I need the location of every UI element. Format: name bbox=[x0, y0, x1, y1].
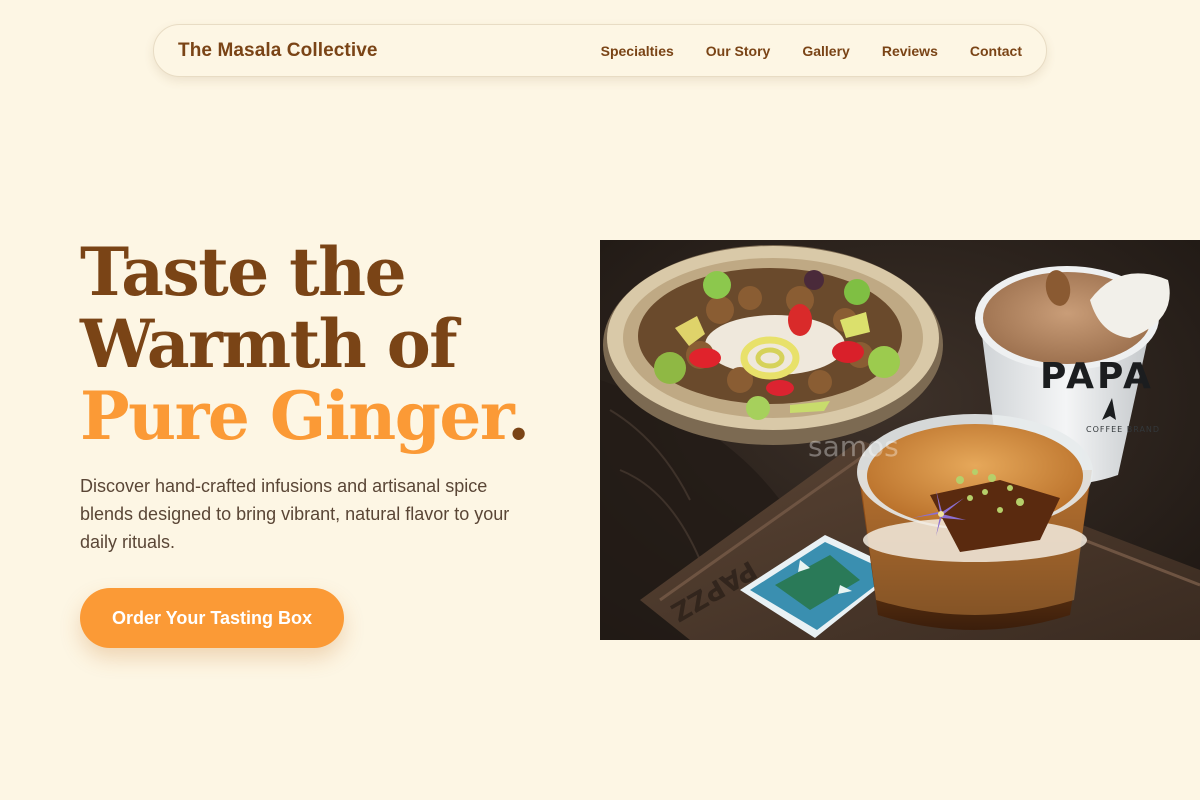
nav-link-our-story[interactable]: Our Story bbox=[706, 43, 771, 59]
photo-watermark: samos bbox=[808, 430, 899, 463]
hero-title-line-1: Taste the bbox=[80, 233, 407, 311]
nav-link-reviews[interactable]: Reviews bbox=[882, 43, 938, 59]
hero-title-period: . bbox=[507, 377, 530, 455]
hero-title-line-2: Warmth of bbox=[80, 305, 458, 383]
cup-subtext: COFFEE BRAND bbox=[1086, 425, 1160, 434]
hero-title: Taste the Warmth of Pure Ginger. bbox=[80, 236, 600, 452]
nav-link-contact[interactable]: Contact bbox=[970, 43, 1022, 59]
top-navbar: The Masala Collective Specialties Our St… bbox=[153, 24, 1047, 77]
hero-title-line-3: Pure Ginger. bbox=[80, 380, 600, 452]
order-tasting-box-button[interactable]: Order Your Tasting Box bbox=[80, 588, 344, 648]
cup-brand-text: PAPA bbox=[1040, 356, 1154, 397]
brand-logo-text[interactable]: The Masala Collective bbox=[178, 40, 378, 62]
hero-title-accent: Pure Ginger bbox=[80, 377, 509, 455]
hero-description: Discover hand-crafted infusions and arti… bbox=[80, 476, 510, 552]
nav-links: Specialties Our Story Gallery Reviews Co… bbox=[569, 43, 1022, 59]
nav-link-gallery[interactable]: Gallery bbox=[802, 43, 849, 59]
hero-food-photo: PAPZZ PAPA COFFEE BRAND samos bbox=[600, 240, 1200, 640]
nav-link-specialties[interactable]: Specialties bbox=[601, 43, 674, 59]
